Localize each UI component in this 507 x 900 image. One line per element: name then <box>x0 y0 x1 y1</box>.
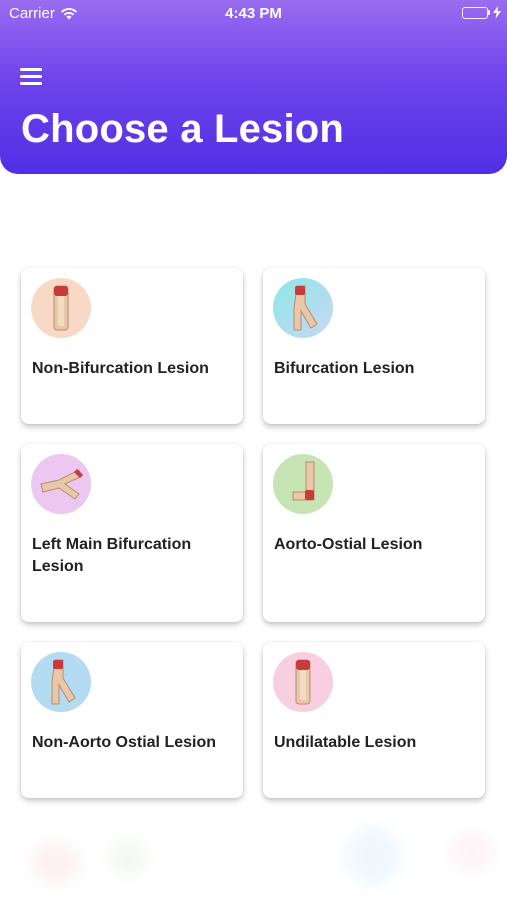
lesion-card-undilatable[interactable]: Undilatable Lesion <box>263 642 485 798</box>
lesion-card-label: Non-Aorto Ostial Lesion <box>32 734 216 751</box>
straight-vessel-icon <box>31 278 91 338</box>
lesion-card-non-bifurcation[interactable]: Non-Bifurcation Lesion <box>21 268 243 424</box>
lesion-card-aorto-ostial[interactable]: Aorto-Ostial Lesion <box>263 444 485 622</box>
lesion-card-label: Undilatable Lesion <box>274 734 417 751</box>
lesion-card-label: Bifurcation Lesion <box>274 360 415 377</box>
non-aorto-ostial-vessel-icon <box>31 652 91 712</box>
lesion-card-left-main-bifurcation[interactable]: Left Main Bifurcation Lesion <box>21 444 243 622</box>
lesion-card-bifurcation[interactable]: Bifurcation Lesion <box>263 268 485 424</box>
lesion-card-label: Left Main Bifurcation Lesion <box>32 536 192 575</box>
lesion-card-label: Aorto-Ostial Lesion <box>274 536 423 553</box>
aorto-ostial-vessel-icon <box>273 454 333 514</box>
lesion-card-label: Non-Bifurcation Lesion <box>32 360 209 377</box>
bifurcation-vessel-icon <box>273 278 333 338</box>
lesion-grid: Non-Bifurcation Lesion Bifurcation Lesio… <box>0 0 507 900</box>
lesion-card-non-aorto-ostial[interactable]: Non-Aorto Ostial Lesion <box>21 642 243 798</box>
left-main-vessel-icon <box>31 454 91 514</box>
undilatable-vessel-icon <box>273 652 333 712</box>
